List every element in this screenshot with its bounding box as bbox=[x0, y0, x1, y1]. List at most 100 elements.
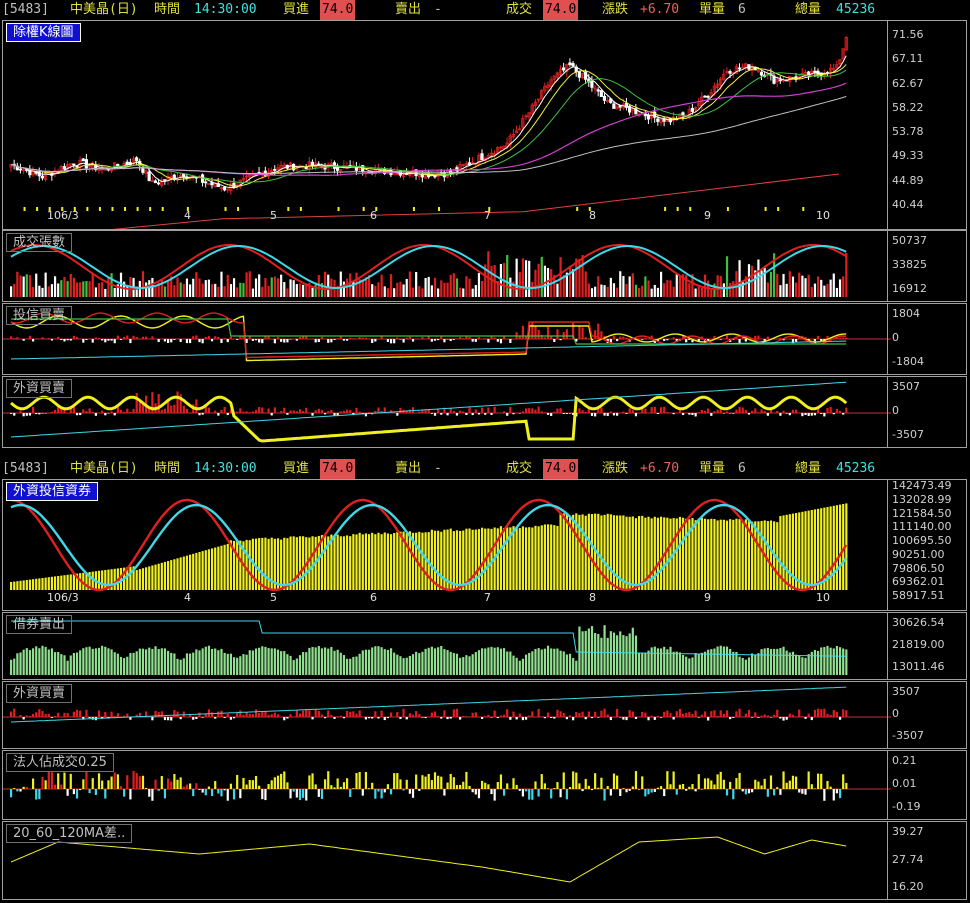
combo-bar bbox=[540, 525, 543, 590]
volume-panel[interactable]: 成交張數 50737 33825 16912 bbox=[2, 230, 967, 302]
inst-panel-title: 法人佔成交0.25 bbox=[6, 753, 114, 772]
combo-bar bbox=[462, 530, 465, 590]
trust-bar bbox=[452, 339, 455, 340]
volume-marker bbox=[36, 207, 39, 211]
short-bar bbox=[342, 655, 346, 675]
volume-bar bbox=[258, 274, 261, 297]
combo-bar bbox=[562, 513, 565, 590]
inst-chart[interactable] bbox=[3, 751, 891, 819]
foreign2-bar bbox=[606, 714, 609, 717]
volume-bar bbox=[556, 283, 559, 297]
inst-bar bbox=[678, 784, 682, 789]
short-bar bbox=[669, 646, 672, 675]
combo-bar bbox=[741, 520, 744, 590]
trust-chart[interactable] bbox=[3, 304, 891, 374]
volume-bar bbox=[788, 271, 791, 297]
volume-bar bbox=[229, 284, 232, 297]
short-bar bbox=[364, 649, 368, 675]
madiff-chart[interactable] bbox=[3, 822, 891, 899]
inst-panel[interactable]: 法人佔成交0.25 0.21 0.01 -0.19 bbox=[2, 750, 967, 820]
inst-bar bbox=[286, 782, 289, 789]
short-panel[interactable]: 借券賣出 30626.54 21819.00 13011.46 bbox=[2, 612, 967, 680]
trust-bar bbox=[546, 327, 550, 339]
inst-bar bbox=[245, 784, 248, 789]
foreign-bar bbox=[251, 411, 254, 413]
short-bar bbox=[367, 649, 371, 675]
foreign-bar bbox=[700, 410, 703, 413]
foreign2-bar bbox=[364, 717, 368, 720]
inst-bar bbox=[587, 785, 590, 789]
short-bar bbox=[345, 658, 349, 675]
foreign2-bar bbox=[506, 709, 509, 717]
foreign2-bar bbox=[829, 714, 832, 717]
short-bar bbox=[126, 656, 129, 675]
trust-bar bbox=[433, 339, 437, 341]
inst-bar bbox=[600, 777, 603, 789]
trust-bar bbox=[443, 339, 446, 343]
trust-bar bbox=[838, 337, 842, 339]
foreign2-bar bbox=[182, 711, 185, 717]
foreign-chart[interactable] bbox=[3, 377, 891, 447]
candle-body bbox=[590, 80, 594, 88]
foreign2-bar bbox=[729, 717, 732, 720]
inst-bar bbox=[85, 771, 88, 789]
short-bar bbox=[236, 657, 239, 675]
combo-bar bbox=[769, 520, 773, 590]
trade-value: 74.0 bbox=[543, 459, 579, 479]
combo-bar bbox=[744, 519, 747, 590]
short-bar bbox=[91, 648, 94, 675]
combo-bar bbox=[367, 534, 371, 590]
volume-chart[interactable] bbox=[3, 231, 891, 301]
y-tick-label: 67.11 bbox=[892, 52, 924, 66]
foreign2-bar bbox=[380, 710, 383, 717]
volume-bar bbox=[214, 283, 217, 297]
volume-bar bbox=[791, 276, 795, 297]
foreign-bar bbox=[163, 408, 167, 413]
combo-bar bbox=[813, 509, 817, 590]
foreign-bar bbox=[468, 407, 471, 413]
kline-panel[interactable]: 除權K線圖 106/3 4 5 6 7 8 9 10 71.56 67.11 62.67 58.22… bbox=[2, 20, 967, 230]
volume-bar bbox=[402, 284, 405, 297]
volume-bar bbox=[521, 258, 525, 297]
combo-bar bbox=[656, 517, 660, 590]
volume-bar bbox=[53, 276, 57, 297]
volume-y-axis: 50737 33825 16912 bbox=[887, 231, 966, 301]
foreign2-bar bbox=[374, 711, 377, 717]
volume-bar bbox=[534, 269, 537, 297]
madiff-panel[interactable]: 20_60_120MA差.. 39.27 27.74 16.20 bbox=[2, 821, 967, 900]
kline-chart[interactable]: 106/3 4 5 6 7 8 9 10 bbox=[3, 21, 891, 229]
foreign-bar bbox=[132, 408, 135, 413]
short-bar bbox=[747, 657, 751, 675]
foreign2-panel[interactable]: 外資買賣 3507 0 -3507 bbox=[2, 681, 967, 749]
foreign2-bar bbox=[509, 717, 512, 720]
change-label: 漲跌 bbox=[602, 461, 629, 476]
short-chart[interactable] bbox=[3, 613, 891, 679]
foreign-bar bbox=[35, 413, 38, 415]
short-bar bbox=[50, 648, 54, 675]
short-bar bbox=[553, 648, 556, 675]
foreign-bar bbox=[44, 413, 47, 414]
foreign2-bar bbox=[440, 717, 443, 719]
inst-bar bbox=[13, 788, 16, 789]
trust-bar bbox=[638, 338, 641, 339]
trust-bar bbox=[565, 329, 568, 339]
foreign2-bar bbox=[524, 717, 528, 720]
inst-bar bbox=[462, 781, 465, 789]
combo-panel[interactable]: 外資投信資券 106/3 4 5 6 7 8 9 10 142473.49 132028.99 1… bbox=[2, 479, 967, 611]
volume-bar bbox=[594, 286, 597, 297]
foreign2-bar bbox=[616, 708, 619, 717]
foreign-panel[interactable]: 外資買賣 3507 0 -3507 bbox=[2, 376, 967, 448]
trust-panel[interactable]: 投信買賣 1804 0 -1804 bbox=[2, 303, 967, 375]
inst-bar bbox=[666, 771, 669, 789]
short-bar bbox=[258, 647, 261, 675]
foreign2-chart[interactable] bbox=[3, 682, 891, 748]
combo-chart[interactable]: 106/3 4 5 6 7 8 9 10 bbox=[3, 480, 891, 610]
trust-bar bbox=[305, 336, 308, 339]
volume-bar bbox=[371, 284, 374, 297]
volume-bar bbox=[656, 287, 660, 297]
short-bar bbox=[785, 650, 788, 675]
y-tick-label: 50737 bbox=[892, 234, 927, 247]
foreign2-bar bbox=[685, 712, 688, 717]
volume-bar bbox=[82, 281, 85, 297]
foreign2-bar bbox=[324, 717, 327, 719]
